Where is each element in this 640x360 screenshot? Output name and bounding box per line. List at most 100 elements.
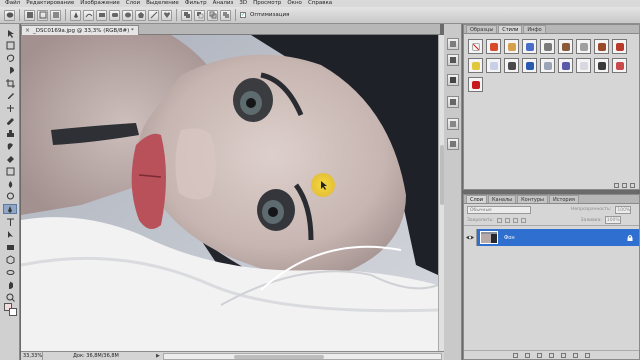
- style-none-swatch[interactable]: [468, 39, 483, 54]
- add-mode-button[interactable]: [181, 9, 192, 21]
- style-swatch[interactable]: [540, 58, 555, 73]
- tool-blur-button[interactable]: [3, 179, 17, 189]
- tab-paths[interactable]: Контуры: [517, 195, 548, 203]
- tool-3d-orbit-button[interactable]: [3, 267, 17, 277]
- style-swatch[interactable]: [486, 39, 501, 54]
- brushes-panel-button[interactable]: [447, 138, 459, 150]
- tool-shape-button[interactable]: [3, 242, 17, 252]
- adjustments-panel-button[interactable]: [447, 74, 459, 86]
- menu-image[interactable]: Изображение: [77, 0, 123, 7]
- style-swatch[interactable]: [558, 58, 573, 73]
- tool-3d-rotate-button[interactable]: [3, 255, 17, 265]
- menu-filter[interactable]: Фильтр: [182, 0, 210, 7]
- fill-pixels-button[interactable]: [50, 9, 61, 21]
- layer-row-background[interactable]: Фон: [464, 229, 639, 246]
- menu-analysis[interactable]: Анализ: [210, 0, 237, 7]
- tool-clone-stamp-button[interactable]: [3, 129, 17, 139]
- style-swatch[interactable]: [558, 39, 573, 54]
- clear-style-icon[interactable]: [614, 182, 619, 188]
- tool-history-brush-button[interactable]: [3, 141, 17, 151]
- pen-tool-button[interactable]: [70, 9, 81, 21]
- ellipse-button[interactable]: [122, 9, 133, 21]
- paths-button[interactable]: [37, 9, 48, 21]
- layer-mask-icon[interactable]: [537, 352, 542, 358]
- tool-eyedropper-button[interactable]: [3, 91, 17, 101]
- horizontal-scroll-thumb[interactable]: [233, 354, 324, 359]
- style-swatch[interactable]: [612, 39, 627, 54]
- style-swatch[interactable]: [468, 77, 483, 92]
- tab-info[interactable]: Инфо: [523, 25, 546, 33]
- close-icon[interactable]: ×: [25, 27, 30, 34]
- tool-eraser-button[interactable]: [3, 154, 17, 164]
- tool-zoom-button[interactable]: [3, 293, 17, 303]
- style-swatch[interactable]: [486, 58, 501, 73]
- exclude-mode-button[interactable]: [220, 9, 231, 21]
- image-canvas[interactable]: [21, 35, 438, 351]
- freeform-pen-button[interactable]: [83, 9, 94, 21]
- background-color-swatch[interactable]: [9, 308, 17, 316]
- new-layer-icon[interactable]: [573, 352, 578, 358]
- style-swatch[interactable]: [522, 39, 537, 54]
- opacity-input[interactable]: 100%: [615, 205, 632, 214]
- adjustment-layer-icon[interactable]: [549, 352, 554, 358]
- style-swatch[interactable]: [522, 58, 537, 73]
- polygon-button[interactable]: [135, 9, 146, 21]
- menu-file[interactable]: Файл: [2, 0, 23, 7]
- style-swatch[interactable]: [468, 58, 483, 73]
- tool-type-button[interactable]: [3, 217, 17, 227]
- delete-layer-icon[interactable]: [585, 352, 590, 358]
- style-swatch[interactable]: [594, 39, 609, 54]
- status-menu-arrow[interactable]: ▶: [153, 353, 163, 359]
- tool-preset-button[interactable]: [4, 9, 15, 21]
- menu-help[interactable]: Справка: [305, 0, 335, 7]
- custom-shape-button[interactable]: [161, 9, 172, 21]
- style-swatch[interactable]: [612, 58, 627, 73]
- tool-lasso-button[interactable]: [3, 53, 17, 63]
- style-swatch[interactable]: [504, 39, 519, 54]
- masks-panel-button[interactable]: [447, 96, 459, 108]
- rounded-rectangle-button[interactable]: [109, 9, 120, 21]
- layer-style-icon[interactable]: [525, 352, 530, 358]
- antialias-checkbox[interactable]: ✓: [240, 12, 246, 18]
- tab-styles[interactable]: Стили: [498, 25, 523, 33]
- delete-style-icon[interactable]: [630, 182, 635, 188]
- menu-window[interactable]: Окно: [284, 0, 305, 7]
- tool-marquee-button[interactable]: [3, 41, 17, 51]
- actions-panel-button[interactable]: [447, 54, 459, 66]
- zoom-level[interactable]: 33,33%: [21, 351, 43, 360]
- tool-gradient-button[interactable]: [3, 167, 17, 177]
- history-panel-button[interactable]: [447, 38, 459, 50]
- style-swatch[interactable]: [504, 58, 519, 73]
- style-swatch[interactable]: [540, 39, 555, 54]
- layer-name[interactable]: Фон: [504, 235, 627, 241]
- tab-history[interactable]: История: [548, 195, 579, 203]
- style-swatch[interactable]: [594, 58, 609, 73]
- style-swatch[interactable]: [576, 39, 591, 54]
- fill-input[interactable]: 100%: [604, 216, 621, 224]
- link-layers-icon[interactable]: [513, 352, 518, 358]
- rectangle-button[interactable]: [96, 9, 107, 21]
- line-button[interactable]: [148, 9, 159, 21]
- tool-hand-button[interactable]: [3, 280, 17, 290]
- tool-move-button[interactable]: [3, 28, 17, 38]
- tab-swatches[interactable]: Образцы: [466, 25, 498, 33]
- subtract-mode-button[interactable]: [194, 9, 205, 21]
- lock-pixels-icon[interactable]: [504, 217, 510, 223]
- tab-layers[interactable]: Слои: [466, 195, 487, 203]
- tool-path-select-button[interactable]: [3, 230, 17, 240]
- intersect-mode-button[interactable]: [207, 9, 218, 21]
- document-tab[interactable]: × _DSC0169a.jpg @ 33,3% (RGB/8#) *: [21, 25, 139, 35]
- visibility-eye-icon[interactable]: [464, 229, 477, 246]
- menu-layers[interactable]: Слои: [123, 0, 143, 7]
- tab-channels[interactable]: Каналы: [488, 195, 517, 203]
- new-group-icon[interactable]: [561, 352, 566, 358]
- tool-dodge-button[interactable]: [3, 192, 17, 202]
- tool-brush-button[interactable]: [3, 116, 17, 126]
- horizontal-scrollbar[interactable]: [162, 352, 442, 360]
- style-swatch[interactable]: [576, 58, 591, 73]
- shape-layers-button[interactable]: [24, 9, 35, 21]
- lock-all-icon[interactable]: [520, 217, 526, 223]
- tool-healing-button[interactable]: [3, 104, 17, 114]
- menu-view[interactable]: Просмотр: [250, 0, 284, 7]
- blend-mode-select[interactable]: Обычные: [467, 205, 531, 214]
